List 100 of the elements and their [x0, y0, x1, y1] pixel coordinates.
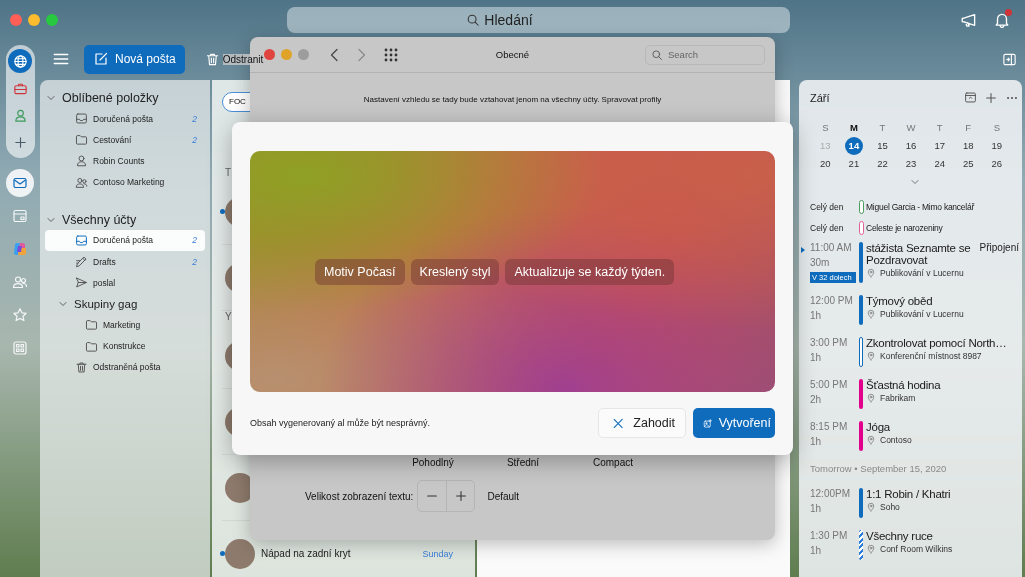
calendar-day[interactable]: 24: [930, 155, 949, 173]
person-icon: [12, 107, 28, 123]
calendar-event[interactable]: 8:15 PM 1h Jóga Contoso: [810, 421, 1019, 451]
day-header: Tomorrow • September 15, 2020: [810, 463, 948, 474]
calendar-event[interactable]: Celý den Celeste je narozeniny: [810, 221, 1019, 235]
calendar-day[interactable]: 23: [902, 155, 921, 173]
event-duration: 1h: [810, 352, 823, 363]
event-title: 1:1 Robin / Khatri: [866, 488, 951, 500]
calendar-day[interactable]: 17: [930, 137, 949, 155]
message-subject: Nápad na zadní kryt: [261, 548, 352, 559]
settings-notice: Nastavení vzhledu se tady bude vztahovat jenom na všechny účty. Spravovat profily: [362, 95, 663, 104]
folder-item[interactable]: Cestování 2: [45, 129, 205, 151]
search-field[interactable]: Hledání: [287, 7, 790, 33]
folder-item[interactable]: Drafts 2: [45, 250, 205, 273]
search-field[interactable]: Search: [645, 44, 765, 65]
event-title: Jóga: [866, 421, 890, 433]
megaphone-icon[interactable]: [960, 11, 978, 29]
calendar-day[interactable]: 26: [987, 155, 1006, 173]
calendar-day[interactable]: 21: [844, 155, 863, 173]
search-icon: [466, 13, 480, 27]
apps-icon: [12, 340, 28, 356]
calendar-event[interactable]: 12:00 PM 1h Týmový oběd Publikování v Lucernu: [810, 295, 1019, 325]
globe-rail-button[interactable]: [8, 49, 32, 73]
prompt-chip: Aktualizuje se každý týden.: [505, 258, 675, 285]
density-option-label[interactable]: Střední: [478, 457, 568, 468]
folder-section-header[interactable]: Oblíbené položky: [45, 88, 205, 108]
calendar-day[interactable]: 15: [873, 137, 892, 155]
folder-item[interactable]: Doručená pošta 2: [45, 229, 205, 251]
event-title: Týmový oběd: [866, 295, 933, 307]
calendar-day[interactable]: 18: [959, 137, 978, 155]
window-minimize-button[interactable]: [28, 14, 40, 26]
location-pin-icon: [866, 502, 876, 512]
calendar-day[interactable]: 22: [873, 155, 892, 173]
bell-icon[interactable]: [993, 11, 1011, 29]
calendar-event[interactable]: 1:30 PM 1h Všechny ruce Conf Room Wilkins: [810, 530, 1019, 560]
event-title: Zkontrolovat pomocí North…: [866, 337, 1007, 349]
globe-icon: [12, 53, 28, 69]
window-close-button[interactable]: [264, 49, 275, 60]
text-size-value: Default: [487, 490, 520, 502]
discard-button[interactable]: Zahodit: [598, 408, 686, 438]
folder-item[interactable]: Robin Counts: [45, 150, 205, 172]
window-minimize-button[interactable]: [281, 49, 292, 60]
weekday-label: W: [906, 121, 916, 135]
folder-item[interactable]: poslal: [45, 272, 205, 294]
event-location: Contoso: [880, 435, 912, 445]
avatar-placeholder: [225, 538, 255, 569]
folder-item[interactable]: Contoso Marketing: [45, 171, 205, 193]
folder-group-header[interactable]: Skupiny gag: [45, 293, 205, 315]
event-time: 12:00 PM: [810, 295, 854, 306]
density-option-label[interactable]: Pohodlný: [388, 457, 478, 468]
folder-section-header[interactable]: Všechny účty: [45, 209, 205, 230]
window-close-button[interactable]: [10, 14, 22, 26]
calendar-event[interactable]: 5:00 PM 2h Šťastná hodina Fabrikam: [810, 379, 1019, 409]
people-icon: [12, 274, 28, 290]
new-mail-button[interactable]: Nová pošta: [84, 44, 185, 74]
event-duration: 1h: [810, 310, 823, 321]
density-option-label[interactable]: Compact: [568, 457, 658, 468]
event-duration: 2h: [810, 394, 823, 405]
window-zoom-button[interactable]: [298, 49, 309, 60]
event-title: Miguel Garcia - Mimo kancelář: [866, 202, 974, 212]
calendar-event[interactable]: 3:00 PM 1h Zkontrolovat pomocí North… Konferenční místnost 8987: [810, 337, 1019, 367]
today-icon[interactable]: [964, 91, 977, 104]
month-label: Září: [810, 92, 831, 104]
add-icon[interactable]: [984, 91, 998, 105]
sent-icon: [75, 276, 88, 290]
weekday-label: T: [936, 121, 943, 135]
calendar-day[interactable]: 25: [959, 155, 978, 173]
event-time: Celý den: [810, 202, 845, 212]
event-duration: 1h: [810, 436, 823, 447]
window-zoom-button[interactable]: [46, 14, 58, 26]
copilot-icon: [12, 241, 28, 257]
calendar-day[interactable]: 19: [987, 137, 1006, 155]
text-size-label: Velikost zobrazení textu:: [305, 490, 414, 502]
event-time: 1:30 PM: [810, 530, 849, 541]
event-duration: 30m: [810, 257, 831, 268]
trash-icon: [75, 360, 88, 374]
folder-item[interactable]: Konstrukce: [45, 335, 205, 357]
mail-rail-button[interactable]: [6, 169, 34, 197]
folder-item[interactable]: Doručená pošta 2: [45, 108, 205, 130]
calendar-day[interactable]: 20: [816, 155, 835, 173]
join-link[interactable]: Připojení: [979, 242, 1019, 253]
compose-icon: [93, 51, 109, 67]
event-time: 12:00PM: [810, 488, 852, 499]
folder-item[interactable]: Odstraněná pošta: [45, 356, 205, 378]
event-duration: 1h: [810, 503, 823, 514]
event-location: Publikování v Lucernu: [880, 268, 964, 278]
calendar-event[interactable]: 12:00PM 1h 1:1 Robin / Khatri Soho: [810, 488, 1019, 518]
pane-icon[interactable]: [1002, 51, 1017, 67]
person-icon: [75, 154, 88, 168]
folder-item[interactable]: Marketing: [45, 314, 205, 336]
grid-icon[interactable]: [383, 46, 399, 63]
calendar-day[interactable]: 16: [902, 137, 921, 155]
add-icon: [12, 134, 28, 150]
folder-icon: [85, 318, 98, 332]
calendar-day[interactable]: 14: [844, 137, 863, 155]
calendar-event[interactable]: Celý den Miguel Garcia - Mimo kancelář: [810, 200, 1019, 214]
event-time: 8:15 PM: [810, 421, 849, 432]
inbox-icon: [75, 112, 88, 126]
create-button[interactable]: Vytvoření: [693, 408, 775, 438]
folder-icon: [75, 133, 88, 147]
